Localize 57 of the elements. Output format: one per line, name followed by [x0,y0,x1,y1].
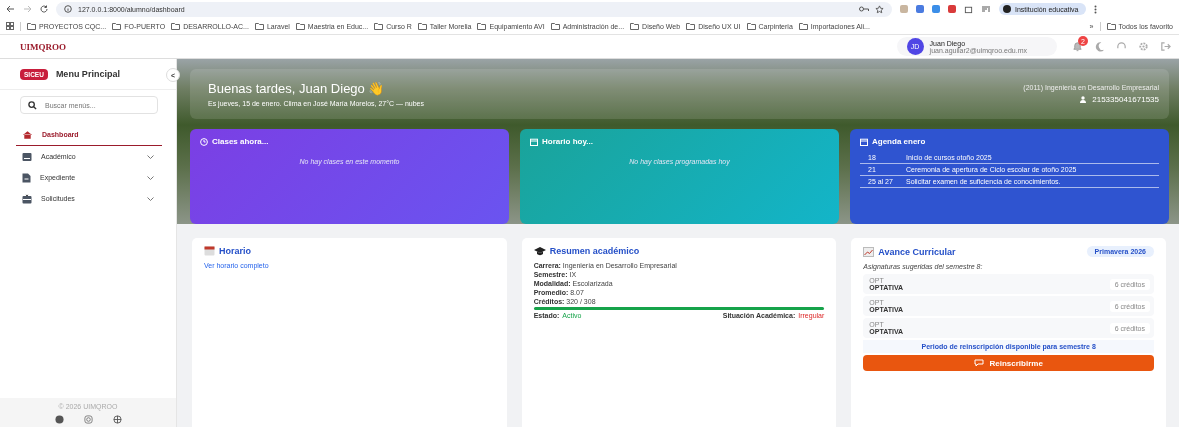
folder-icon [1106,22,1116,30]
folder-icon [27,22,36,30]
folder-icon [798,22,808,30]
folder-icon [686,22,696,30]
clock-icon [200,137,208,146]
student-id: 215335041671535 [1092,95,1159,104]
folder-icon [630,22,640,30]
folder-icon [254,22,264,30]
card-title: Avance Curricular [878,246,956,257]
folder-icon [417,22,427,30]
home-icon [22,129,33,140]
chart-icon [863,246,875,257]
chevron-down-icon [147,196,154,201]
folder-icon [374,22,384,30]
user-icon [1080,96,1089,103]
back-icon[interactable] [6,5,15,13]
forward-icon[interactable] [23,5,32,13]
key-icon[interactable] [859,6,869,12]
calendar-icon [530,137,538,146]
book-icon [22,151,32,162]
search-icon [28,101,37,110]
instagram-icon[interactable] [83,415,93,424]
card-title: Resumen académico [549,246,640,256]
briefcase-icon [22,193,32,204]
folder-icon [746,22,756,30]
folder-icon [477,22,487,30]
settings-icon[interactable] [1138,41,1149,52]
greeting-text: Buenas tardes, Juan Diego 👋 [208,81,386,96]
menu-icon[interactable] [1094,4,1098,14]
chevron-down-icon [147,175,154,180]
globe-icon[interactable] [112,415,122,424]
chevron-down-icon [147,154,154,159]
extension-icon[interactable] [900,5,908,13]
card-title: Horario [219,246,251,256]
apps-icon[interactable] [6,22,14,30]
star-icon[interactable] [875,4,884,14]
graduation-cap-icon [533,246,546,256]
card-title: Agenda enero [872,137,926,146]
reenroll-button[interactable]: Reinscribirme [863,355,1154,371]
calendar-icon [860,137,868,146]
calendar-icon [204,246,215,256]
translate-icon[interactable] [916,5,924,13]
folder-icon [550,22,560,30]
document-icon [22,172,31,183]
bell-icon[interactable] [1072,41,1083,52]
card-title: Clases ahora... [212,137,269,146]
folder-icon [295,22,305,30]
folder-icon [171,22,181,30]
chat-icon [974,359,985,367]
card-title: Horario hoy... [542,137,593,146]
moon-icon[interactable] [1094,41,1105,52]
logout-icon[interactable] [1160,41,1171,52]
folder-icon [112,22,122,30]
reload-icon[interactable] [40,5,48,13]
sidebar-title: Menu Principal [55,69,120,79]
logo[interactable]: UIMQROO [20,41,66,52]
info-icon [64,5,72,13]
